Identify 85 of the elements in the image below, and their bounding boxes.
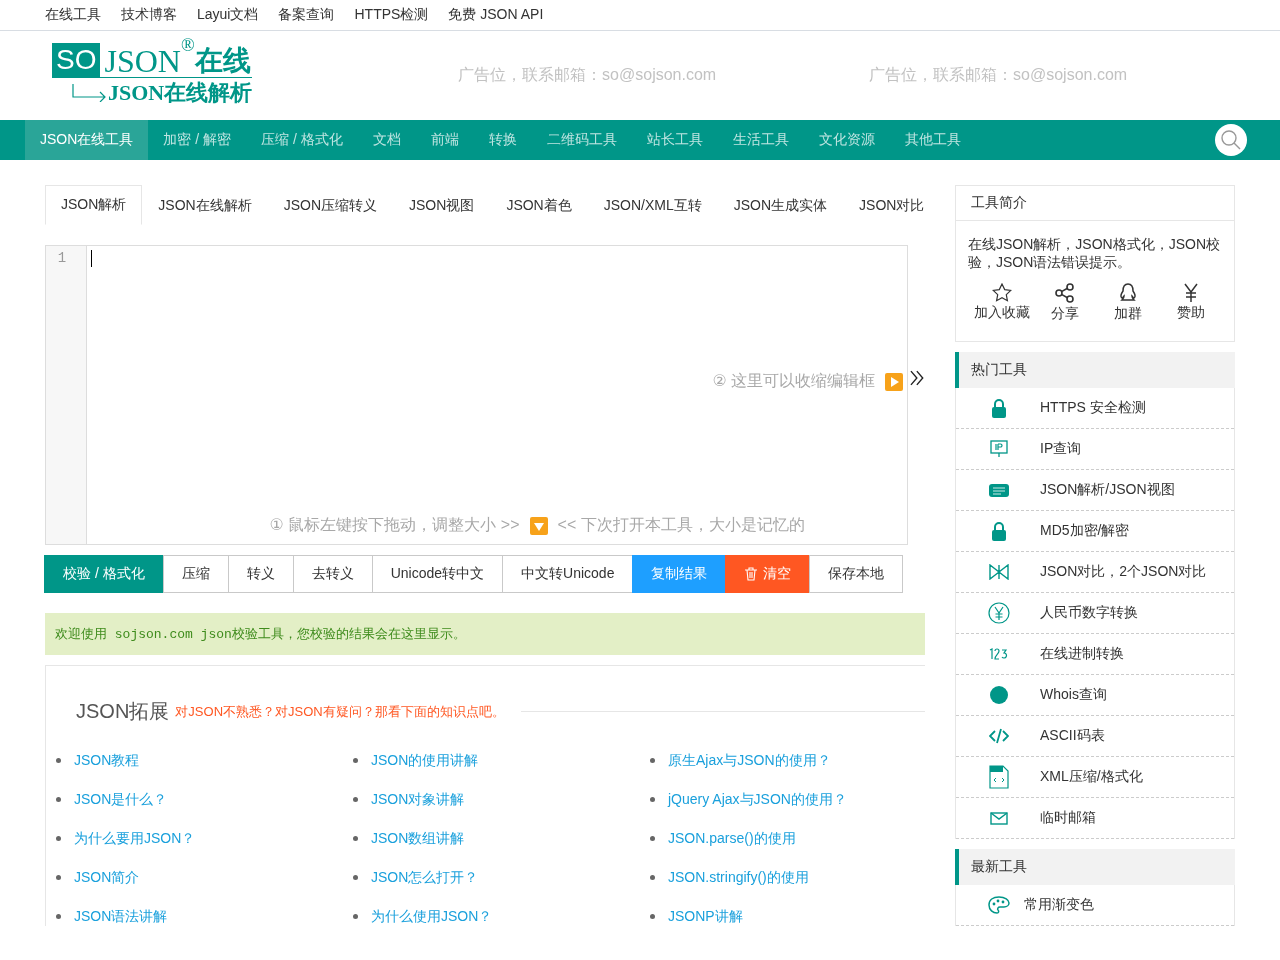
- bowtie-icon: [989, 564, 1009, 580]
- bullet-dot: [353, 875, 358, 880]
- hint-text: << 下次打开本工具，大小是记忆的: [557, 515, 805, 535]
- share-icon: [1054, 283, 1075, 303]
- hint-text: ② 这里可以收缩编辑框: [712, 371, 876, 391]
- action-button[interactable]: 保存本地: [809, 555, 904, 593]
- tool-link[interactable]: HTTPS 安全检测: [956, 388, 1234, 429]
- play-icon: [885, 372, 904, 391]
- number-icon: [988, 648, 1010, 660]
- top-link[interactable]: 免费 JSON API: [448, 6, 544, 24]
- ip-sign-icon: [990, 440, 1008, 458]
- tool-link[interactable]: Whois查询: [956, 675, 1234, 716]
- logo-text: 在线: [194, 45, 251, 77]
- action-link[interactable]: 分享: [1033, 283, 1096, 341]
- bullet-dot: [56, 875, 61, 880]
- section-header: 热门工具: [955, 352, 1235, 388]
- bullet-dot: [56, 836, 61, 841]
- search-button[interactable]: [1215, 124, 1247, 156]
- yen-circle-icon: [988, 602, 1010, 624]
- ad-text: 广告位，联系邮箱：so@sojson.com: [458, 65, 718, 85]
- action-button[interactable]: 中文转Unicode: [502, 555, 634, 593]
- tool-link[interactable]: 常用渐变色: [956, 885, 1234, 926]
- tool-link[interactable]: 人民币数字转换: [956, 593, 1234, 634]
- bullet-dot: [56, 797, 61, 802]
- bullet-dot: [56, 758, 61, 763]
- bullet-dot: [650, 875, 655, 880]
- bullet-dot: [353, 914, 358, 919]
- logo-text: JSON: [104, 45, 181, 77]
- logo-subtitle: JSON在线解析: [108, 79, 253, 107]
- arrow-icon: [72, 84, 108, 102]
- bullet-dot: [650, 836, 655, 841]
- top-link[interactable]: 技术博客: [121, 6, 177, 24]
- tool-link[interactable]: 临时邮箱: [956, 798, 1234, 839]
- section-header: 最新工具: [955, 849, 1235, 885]
- section-subtitle: 对JSON不熟悉？对JSON有疑问？那看下面的知识点吧。: [175, 702, 505, 721]
- bullet-dot: [353, 836, 358, 841]
- mail-icon: [990, 811, 1008, 825]
- xml-file-icon: [989, 765, 1009, 789]
- lock-icon: [991, 398, 1007, 418]
- ad-text: 广告位，联系邮箱：so@sojson.com: [869, 65, 1129, 85]
- top-link[interactable]: Layui文档: [197, 6, 259, 24]
- penguin-icon: [1118, 283, 1137, 303]
- action-button[interactable]: 去转义: [292, 555, 373, 593]
- tool-link[interactable]: XML压缩/格式化: [956, 757, 1234, 798]
- top-link[interactable]: HTTPS检测: [354, 6, 429, 24]
- tool-link[interactable]: JSON对比，2个JSON对比: [956, 552, 1234, 593]
- action-link[interactable]: 加入收藏: [970, 283, 1033, 341]
- palette-icon: [988, 896, 1010, 914]
- bullet-dot: [650, 797, 655, 802]
- top-link[interactable]: 在线工具: [45, 6, 101, 24]
- double-chevron-icon[interactable]: [909, 370, 925, 386]
- action-link[interactable]: 赞助: [1159, 283, 1222, 341]
- tool-link[interactable]: ASCII码表: [956, 716, 1234, 757]
- tool-link[interactable]: IP查询: [956, 429, 1234, 470]
- yen-icon: [1182, 283, 1199, 302]
- section-title: JSON拓展: [76, 699, 170, 724]
- tool-link[interactable]: MD5加密/解密: [956, 511, 1234, 552]
- bullet-dot: [650, 758, 655, 763]
- hint-text: ① 鼠标左键按下拖动，调整大小 >>: [269, 515, 520, 535]
- card-title: 工具简介: [956, 186, 1234, 221]
- trash-icon: [744, 567, 759, 581]
- globe-icon: [989, 685, 1009, 705]
- tool-link[interactable]: JSON解析/JSON视图: [956, 470, 1234, 511]
- action-button[interactable]: 校验 / 格式化: [44, 555, 164, 593]
- tool-link[interactable]: 在线进制转换: [956, 634, 1234, 675]
- code-icon: [989, 728, 1009, 744]
- result-message: 欢迎使用 sojson.com json校验工具，您校验的结果会在这里显示。: [45, 613, 925, 655]
- registered-mark: ®: [180, 35, 195, 55]
- action-link[interactable]: 加群: [1096, 283, 1159, 341]
- tab[interactable]: JSON解析: [45, 185, 143, 225]
- intro-text: 在线JSON解析，JSON格式化，JSON校验，JSON语法错误提示。: [967, 235, 1221, 271]
- bullet-dot: [650, 914, 655, 919]
- action-button[interactable]: 压缩: [162, 555, 229, 593]
- bullet-dot: [353, 758, 358, 763]
- bullet-dot: [353, 797, 358, 802]
- top-link[interactable]: 备案查询: [278, 6, 335, 24]
- text-cursor: [91, 250, 92, 267]
- action-button[interactable]: Unicode转中文: [371, 555, 504, 593]
- lock-icon: [991, 521, 1007, 541]
- json-badge-icon: [989, 483, 1009, 497]
- logo-badge: SO: [52, 43, 101, 77]
- action-button[interactable]: 转义: [227, 555, 294, 593]
- line-number: 1: [56, 250, 68, 266]
- bullet-dot: [56, 914, 61, 919]
- star-icon: [991, 283, 1012, 302]
